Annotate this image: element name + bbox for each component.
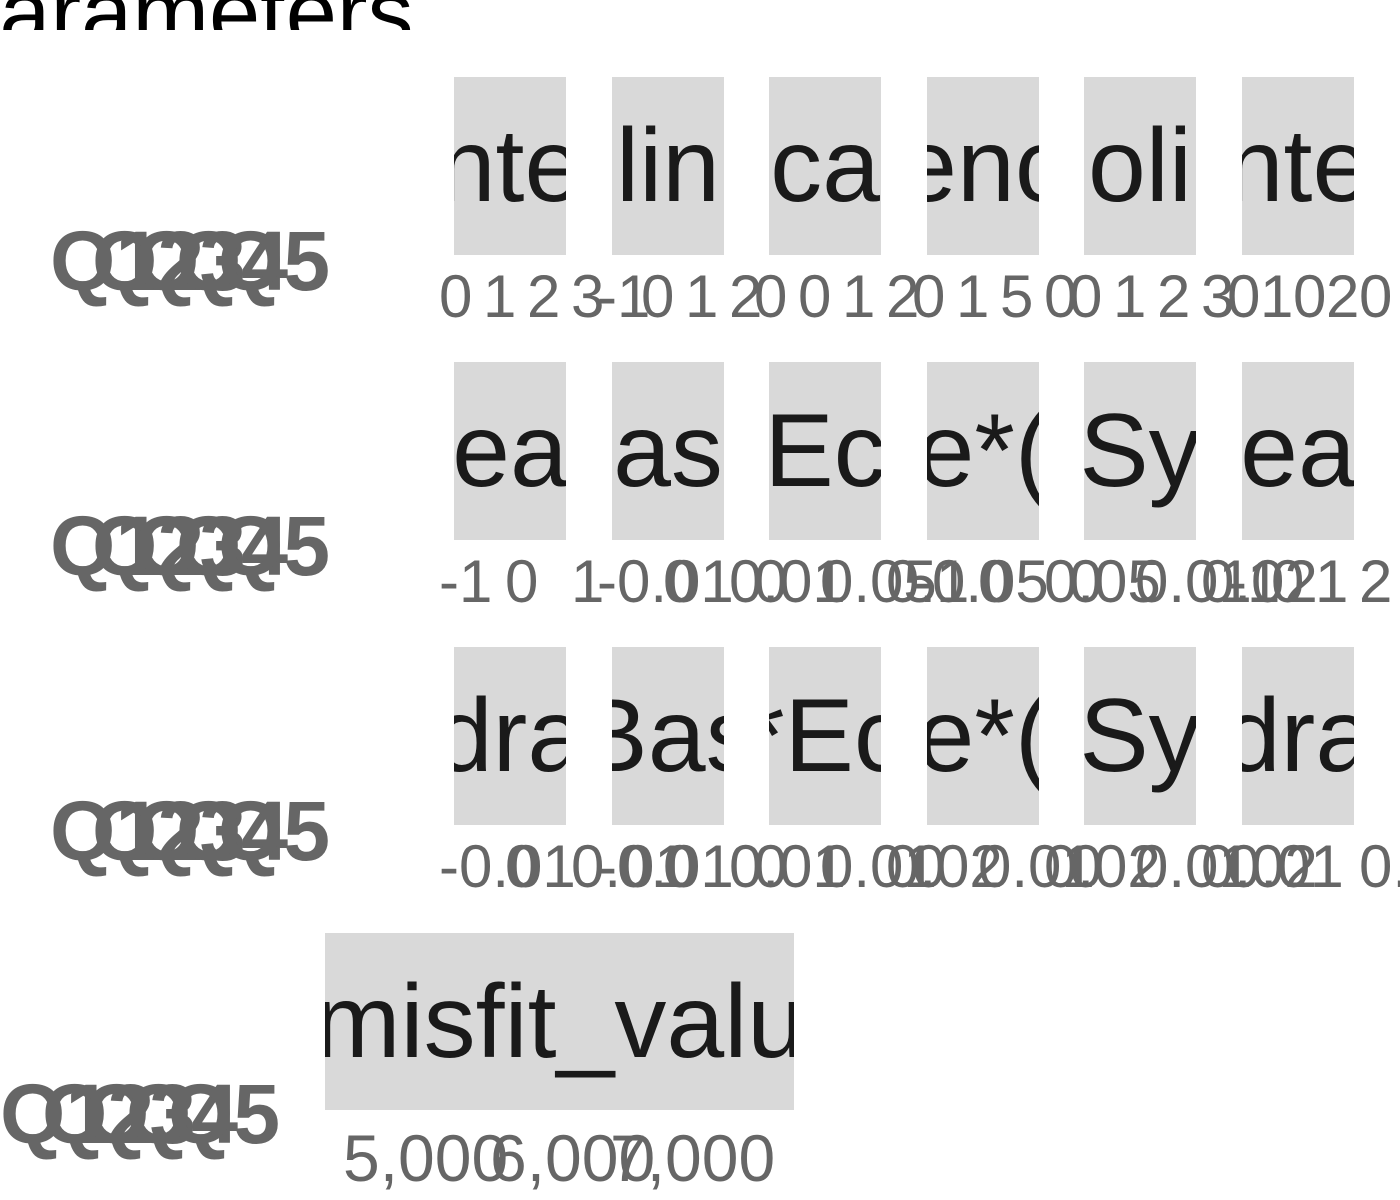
facet-strip: dra xyxy=(454,647,566,825)
x-tick-label: 0 xyxy=(754,552,788,604)
facet-strip: oli xyxy=(1084,77,1196,255)
strip-label: as xyxy=(613,393,723,509)
x-axis-ticks-row: -1 0 1 -0.01 0 0.01 0 0.05 0.1 -0.05 0 0.05 0 0.01 0.0… xyxy=(0,552,1400,604)
facet-strip: dra xyxy=(1242,647,1354,825)
x-tick-label: 1 xyxy=(1315,552,1349,604)
x-tick-label: 0 xyxy=(1069,552,1103,604)
facet-strip: e*( xyxy=(927,362,1039,540)
x-tick-label: 0 xyxy=(754,267,788,319)
x-tick-label: 1 xyxy=(956,267,990,319)
strip-label: ea xyxy=(1242,393,1354,509)
x-tick-label: -1 xyxy=(439,552,493,604)
facet-strip: Bas xyxy=(612,647,724,825)
strip-label: enc xyxy=(927,108,1039,224)
x-tick-label: 0 xyxy=(754,837,788,889)
x-tick-label: 1 xyxy=(685,267,719,319)
facet-strip: enc xyxy=(927,77,1039,255)
facet-strip: ca xyxy=(769,77,881,255)
x-tick-label: 0 xyxy=(663,837,697,889)
x-tick-label: 2 xyxy=(1326,267,1360,319)
x-tick-label: 0 xyxy=(1359,267,1393,319)
strip-label: oli xyxy=(1087,108,1193,224)
x-tick-label: 0 xyxy=(1069,267,1103,319)
x-tick-label: 1 xyxy=(1113,267,1147,319)
x-tick-label: 2 xyxy=(1359,552,1393,604)
strip-label: dra xyxy=(454,678,566,794)
x-tick-label: 0 xyxy=(505,552,539,604)
strip-label: *Ec xyxy=(769,678,881,794)
x-tick-label: 2 xyxy=(527,267,561,319)
x-tick-label: 0 xyxy=(505,837,539,889)
x-tick-label: 0 xyxy=(912,837,946,889)
x-tick-label: 2 xyxy=(1157,267,1191,319)
x-tick-label: 0 xyxy=(1069,837,1103,889)
x-axis-ticks-row: -0.01 0 0.01 -0.01 0 0.01 0 0.01 0.02 0 0.01 0.02 0 0… xyxy=(0,837,1400,889)
x-tick-label: 1 xyxy=(842,267,876,319)
facet-strip: Sy xyxy=(1084,362,1196,540)
x-tick-label: 0 xyxy=(439,267,473,319)
strip-label: Sy xyxy=(1084,393,1196,509)
facet-strip: nte xyxy=(1242,77,1354,255)
facet-strip: e*( xyxy=(927,647,1039,825)
strip-label: nte xyxy=(1242,108,1354,224)
facet-strip: as xyxy=(612,362,724,540)
facet-strip: ea xyxy=(454,362,566,540)
facet-strip: lin xyxy=(612,77,724,255)
x-tick-label: 0 xyxy=(1227,267,1261,319)
strip-label: lin xyxy=(615,108,721,224)
x-tick-label: 0 xyxy=(912,267,946,319)
x-tick-label: 5 xyxy=(1000,267,1034,319)
strip-label: ca xyxy=(770,108,880,224)
x-axis-ticks-row: 0 1 2 3 -1 0 1 2 0 0 1 2 0 1 5 0 0 1 2 3 0 1 0 2 0 xyxy=(0,267,1400,319)
x-tick-label: 0 xyxy=(798,267,832,319)
strip-label: dra xyxy=(1242,678,1354,794)
strip-label: ea xyxy=(454,393,566,509)
facet-strip: misfit_valu xyxy=(325,933,794,1110)
facet-strip: *Ec xyxy=(769,647,881,825)
strip-label: misfit_valu xyxy=(325,963,794,1080)
y-tick-label: Q5 xyxy=(168,1067,281,1161)
x-tick-label: 1 xyxy=(483,267,517,319)
x-tick-label: 0 xyxy=(1293,267,1327,319)
facet-strip: Sy xyxy=(1084,647,1196,825)
facet-strip: Ec xyxy=(769,362,881,540)
x-tick-label: 1 xyxy=(1260,267,1294,319)
facet-strip: nte xyxy=(454,77,566,255)
x-tick-label: 0 xyxy=(978,552,1012,604)
strip-label: e*( xyxy=(927,393,1039,509)
x-tick-label: 0.01 xyxy=(1227,837,1344,889)
strip-label: e*( xyxy=(927,678,1039,794)
chart-title: Parameters xyxy=(0,0,414,30)
facet-strip: ea xyxy=(1242,362,1354,540)
strip-label: nte xyxy=(454,108,566,224)
strip-label: Ec xyxy=(769,393,881,509)
strip-label: Sy xyxy=(1084,678,1196,794)
x-tick-label: 5,000 xyxy=(343,1121,509,1195)
x-tick-label: 0.02 xyxy=(1359,837,1400,889)
x-tick-label: 7,000 xyxy=(610,1121,776,1195)
x-tick-label: 0 xyxy=(641,267,675,319)
strip-label: Bas xyxy=(612,678,724,794)
x-tick-label: 0 xyxy=(1271,552,1305,604)
x-tick-label: 0 xyxy=(663,552,697,604)
